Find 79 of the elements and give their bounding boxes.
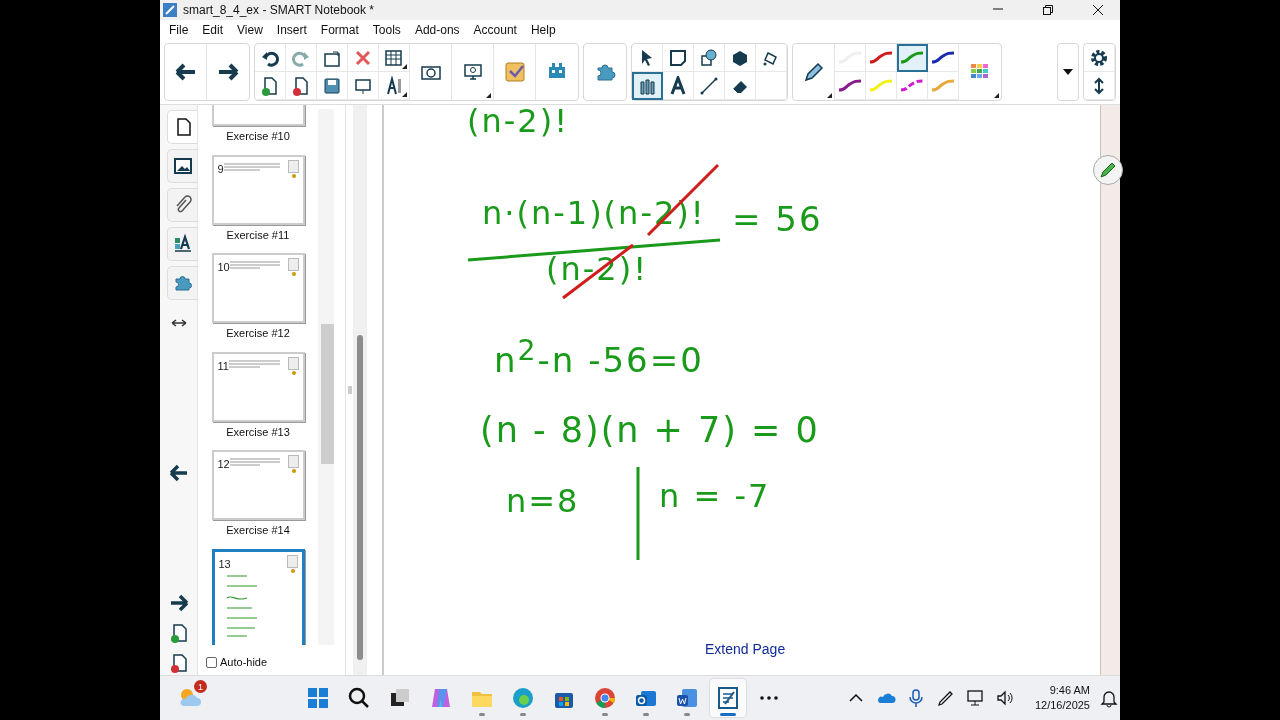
handwritten-math: = 56 — [732, 202, 823, 236]
pen-swatch[interactable] — [835, 44, 866, 72]
image-tab[interactable] — [167, 149, 197, 184]
page-label: Exercise #11 — [226, 228, 290, 241]
letter-a-icon[interactable] — [668, 75, 688, 96]
note-icon[interactable] — [668, 47, 688, 68]
page-label: Exercise #10 — [226, 130, 290, 142]
puzzle-piece-tab[interactable] — [167, 266, 197, 301]
menu-item[interactable]: Help — [523, 23, 563, 37]
puzzle-piece-icon[interactable] — [172, 273, 193, 294]
menu-item[interactable]: View — [230, 23, 270, 37]
page-number: 9 — [217, 162, 224, 175]
properties-icon[interactable] — [172, 234, 193, 255]
add-page-icon[interactable] — [168, 622, 189, 643]
notification-bell-icon[interactable] — [1099, 688, 1119, 708]
dropdown-caret-icon[interactable] — [1063, 69, 1073, 75]
page-thumbnail[interactable]: 13 — [211, 548, 305, 645]
previous-page-icon[interactable] — [168, 462, 189, 483]
extend-page-link[interactable]: Extend Page — [705, 641, 786, 657]
menu-item[interactable]: Edit — [195, 23, 231, 37]
page-number: 13 — [218, 557, 231, 570]
menu-item[interactable]: Insert — [269, 23, 314, 37]
pen-swatch[interactable] — [835, 72, 866, 100]
page-number: 12 — [217, 458, 230, 470]
check-box-icon[interactable] — [502, 60, 527, 84]
settings-icon[interactable] — [1089, 47, 1109, 68]
handwritten-math: n$^{2}$-n -56=0 — [494, 337, 704, 378]
delete-page-icon[interactable] — [168, 652, 189, 673]
pen-swatch[interactable] — [897, 72, 928, 100]
save-icon[interactable] — [322, 75, 342, 96]
page-number: 10 — [217, 261, 230, 273]
page-thumbnail[interactable]: 11 — [211, 351, 305, 422]
page-thumbnail[interactable]: 12 — [211, 450, 305, 520]
clock-time: 9:46 AM — [1049, 683, 1090, 698]
notebook-app-icon[interactable] — [709, 679, 746, 717]
page-label: Exercise #12 — [226, 327, 290, 339]
properties-tab[interactable] — [167, 227, 197, 262]
pen-swatch[interactable] — [897, 44, 928, 72]
pen-swatch[interactable] — [928, 72, 959, 100]
handwritten-math: (n - 8)(n + 7) = 0 — [480, 413, 820, 448]
page-label: Exercise #14 — [226, 524, 290, 536]
menu-item[interactable]: Tools — [365, 23, 408, 37]
paperclip-tab[interactable] — [167, 188, 197, 223]
restore-icon[interactable] — [1042, 4, 1054, 16]
page-label: Exercise #13 — [226, 425, 290, 438]
line-icon[interactable] — [699, 75, 719, 96]
close-icon[interactable] — [1092, 4, 1104, 16]
menu-item[interactable]: File — [162, 23, 196, 37]
clock-date: 12/16/2025 — [1034, 698, 1090, 713]
page-corner-icon — [287, 455, 299, 474]
delete-page-icon[interactable] — [291, 75, 311, 96]
page-number: 11 — [217, 359, 229, 372]
notification-badge: 1 — [193, 680, 207, 693]
checkbox-label: Auto-hide — [220, 656, 268, 668]
table-icon[interactable] — [384, 47, 404, 68]
page-thumbnail[interactable]: 9 — [211, 154, 305, 225]
menu-item[interactable]: Add-ons — [407, 23, 467, 37]
pen-swatch[interactable] — [866, 72, 897, 100]
auto-hide-checkbox[interactable] — [206, 656, 217, 668]
next-page-icon[interactable] — [168, 592, 189, 613]
shapes-icon[interactable] — [699, 47, 719, 68]
page-tab[interactable] — [167, 110, 197, 145]
splitter-grip-icon[interactable] — [347, 386, 352, 394]
page-corner-icon — [287, 356, 299, 376]
page-corner-icon — [287, 159, 299, 179]
handwritten-math: n=8 — [506, 485, 580, 517]
window-title: smart_8_4_ex - SMART Notebook * — [183, 3, 374, 17]
pencil-icon[interactable] — [1099, 161, 1117, 179]
pen-swatch[interactable] — [928, 44, 959, 72]
handwritten-math: (n-2)! — [467, 105, 569, 137]
menu-item[interactable]: Account — [466, 23, 524, 37]
page-thumbnail[interactable]: 10 — [211, 253, 305, 323]
menu-item[interactable]: Format — [313, 23, 366, 37]
page-corner-icon — [287, 258, 299, 277]
handwritten-math: n = -7 — [659, 480, 771, 512]
page-corner-icon — [286, 554, 298, 574]
add-page-icon[interactable] — [260, 75, 280, 96]
measure-tools-icon[interactable] — [384, 75, 404, 96]
image-icon[interactable] — [172, 156, 193, 177]
